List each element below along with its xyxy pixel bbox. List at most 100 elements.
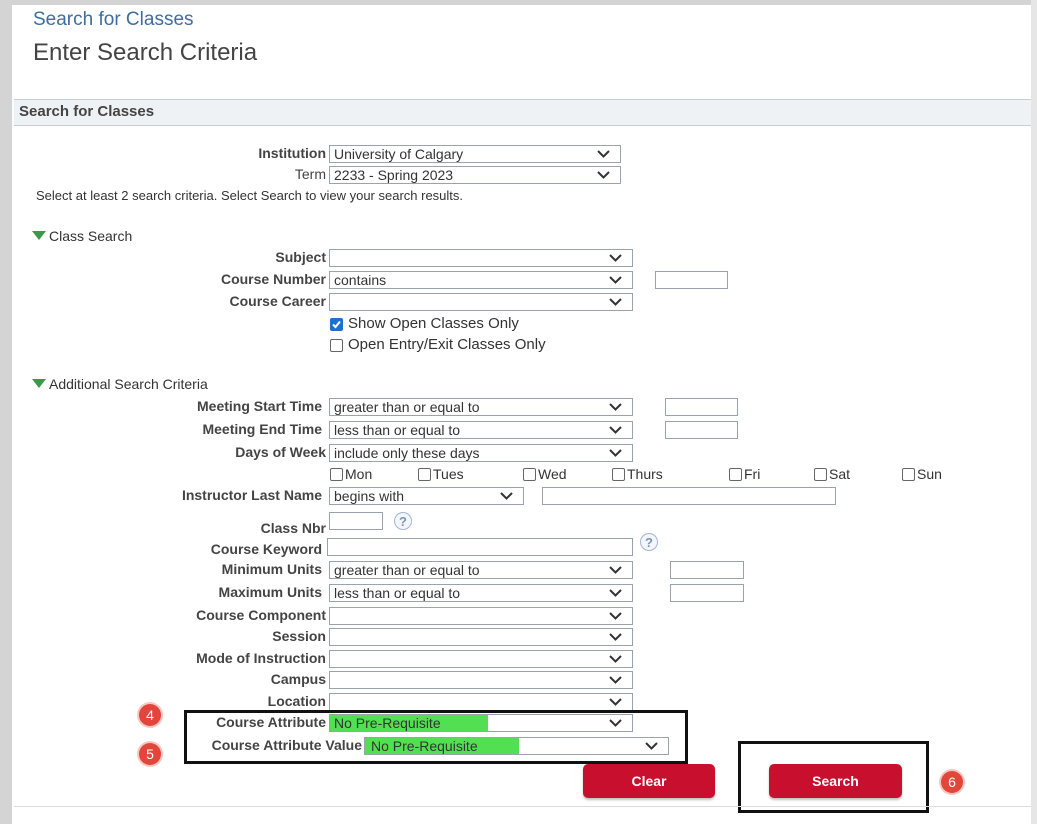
maximum-units-operator-select[interactable]: less than or equal to xyxy=(329,584,633,602)
day-tues-checkbox[interactable] xyxy=(418,468,431,481)
maximum-units-label: Maximum Units xyxy=(218,584,322,600)
day-sat[interactable]: Sat xyxy=(814,466,850,482)
course-attribute-value-value: No Pre-Requisite xyxy=(365,738,519,754)
minimum-units-operator-select[interactable]: greater than or equal to xyxy=(329,561,633,579)
maximum-units-input[interactable] xyxy=(670,584,744,602)
day-thurs[interactable]: Thurs xyxy=(612,466,663,482)
meeting-start-operator-select[interactable]: greater than or equal to xyxy=(329,398,633,416)
term-select[interactable]: 2233 - Spring 2023 xyxy=(329,166,621,184)
collapse-triangle-icon xyxy=(32,231,46,240)
open-entry-exit-checkbox[interactable] xyxy=(330,339,343,352)
day-mon-checkbox[interactable] xyxy=(330,468,343,481)
page-title: Enter Search Criteria xyxy=(33,39,258,66)
day-sat-label: Sat xyxy=(829,466,851,482)
course-keyword-input[interactable] xyxy=(327,538,633,556)
chevron-down-icon xyxy=(609,719,622,727)
chevron-down-icon xyxy=(609,655,622,663)
day-mon-label: Mon xyxy=(345,466,373,482)
checkmark-icon xyxy=(332,320,341,329)
section-header: Search for Classes xyxy=(14,99,1031,126)
days-of-week-operator-value: include only these days xyxy=(334,445,480,461)
additional-criteria-heading: Additional Search Criteria xyxy=(49,376,208,392)
class-nbr-label: Class Nbr xyxy=(260,520,326,536)
course-number-operator-value: contains xyxy=(334,272,387,288)
section-title: Search for Classes xyxy=(19,103,155,120)
chevron-down-icon xyxy=(597,171,610,179)
chevron-down-icon xyxy=(609,589,622,597)
meeting-end-operator-value: less than or equal to xyxy=(334,422,461,438)
maximum-units-operator-value: less than or equal to xyxy=(334,585,461,601)
meeting-end-label: Meeting End Time xyxy=(202,421,322,437)
course-attribute-value-select[interactable]: No Pre-Requisite xyxy=(364,737,669,755)
location-label: Location xyxy=(267,693,326,709)
course-attribute-select[interactable]: No Pre-Requisite xyxy=(329,714,633,732)
day-sun[interactable]: Sun xyxy=(902,466,942,482)
minimum-units-operator-value: greater than or equal to xyxy=(334,562,480,578)
day-sat-checkbox[interactable] xyxy=(814,468,827,481)
course-number-operator-select[interactable]: contains xyxy=(329,271,633,289)
show-open-classes-checkbox[interactable] xyxy=(330,318,343,331)
chevron-down-icon xyxy=(500,492,513,500)
session-select[interactable] xyxy=(329,628,633,646)
instruction-text: Select at least 2 search criteria. Selec… xyxy=(36,188,464,203)
chevron-down-icon xyxy=(609,254,622,262)
search-button[interactable]: Search xyxy=(769,764,902,798)
step-badge-6: 6 xyxy=(941,771,963,793)
chevron-down-icon xyxy=(609,426,622,434)
help-icon[interactable]: ? xyxy=(394,512,412,530)
course-component-select[interactable] xyxy=(329,607,633,625)
day-wed[interactable]: Wed xyxy=(523,466,567,482)
day-thurs-checkbox[interactable] xyxy=(612,468,625,481)
chevron-down-icon xyxy=(609,698,622,706)
chevron-down-icon xyxy=(609,676,622,684)
day-fri-checkbox[interactable] xyxy=(729,468,742,481)
collapse-triangle-icon xyxy=(32,379,46,388)
show-open-classes-label: Show Open Classes Only xyxy=(348,315,519,332)
meeting-start-input[interactable] xyxy=(665,398,738,416)
divider xyxy=(14,806,1031,807)
additional-criteria-toggle[interactable]: Additional Search Criteria xyxy=(32,376,208,392)
subject-label: Subject xyxy=(275,249,326,265)
institution-select[interactable]: University of Calgary xyxy=(329,145,621,163)
subject-select[interactable] xyxy=(329,249,633,267)
minimum-units-input[interactable] xyxy=(670,561,744,579)
chevron-down-icon xyxy=(597,150,610,158)
day-wed-label: Wed xyxy=(538,466,567,482)
class-search-toggle[interactable]: Class Search xyxy=(32,228,132,244)
step-badge-4: 4 xyxy=(139,704,161,726)
window-frame-left xyxy=(0,0,12,824)
help-icon[interactable]: ? xyxy=(640,533,658,551)
chevron-down-icon xyxy=(609,566,622,574)
instructor-last-name-label: Instructor Last Name xyxy=(181,487,322,503)
day-fri-label: Fri xyxy=(744,466,761,482)
step-badge-5: 5 xyxy=(139,743,161,765)
breadcrumb[interactable]: Search for Classes xyxy=(33,9,194,31)
course-career-select[interactable] xyxy=(329,293,633,311)
class-nbr-input[interactable] xyxy=(329,512,383,530)
chevron-down-icon xyxy=(609,298,622,306)
window-frame-right xyxy=(1031,0,1037,824)
chevron-down-icon xyxy=(609,449,622,457)
clear-button[interactable]: Clear xyxy=(583,764,715,798)
meeting-end-operator-select[interactable]: less than or equal to xyxy=(329,421,633,439)
chevron-down-icon xyxy=(609,276,622,284)
course-keyword-label: Course Keyword xyxy=(210,541,322,557)
campus-select[interactable] xyxy=(329,671,633,689)
mode-of-instruction-select[interactable] xyxy=(329,650,633,668)
day-sun-label: Sun xyxy=(917,466,942,482)
minimum-units-label: Minimum Units xyxy=(221,561,322,577)
day-sun-checkbox[interactable] xyxy=(902,468,915,481)
instructor-last-name-input[interactable] xyxy=(542,487,836,505)
days-of-week-operator-select[interactable]: include only these days xyxy=(329,444,633,462)
course-component-label: Course Component xyxy=(196,607,326,623)
day-tues[interactable]: Tues xyxy=(418,466,464,482)
day-wed-checkbox[interactable] xyxy=(523,468,536,481)
instructor-operator-select[interactable]: begins with xyxy=(329,487,524,505)
day-fri[interactable]: Fri xyxy=(729,466,760,482)
location-select[interactable] xyxy=(329,693,633,711)
instructor-operator-value: begins with xyxy=(334,488,405,504)
meeting-end-input[interactable] xyxy=(665,421,738,439)
day-mon[interactable]: Mon xyxy=(330,466,372,482)
course-number-input[interactable] xyxy=(655,271,728,289)
course-attribute-label: Course Attribute xyxy=(216,714,326,730)
